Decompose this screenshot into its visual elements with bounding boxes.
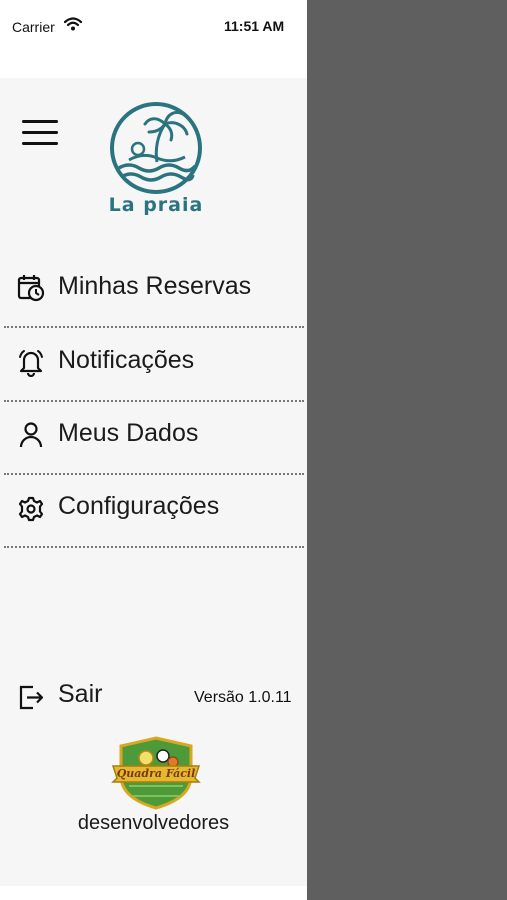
logout-icon: [19, 685, 44, 710]
bell-icon: [19, 350, 43, 377]
logout-button[interactable]: Sair: [0, 672, 140, 722]
clock: 11:51 AM: [224, 18, 285, 34]
menu-item-label: Configurações: [58, 492, 220, 520]
la-praia-logo: La praia: [105, 102, 207, 220]
menu-item-label: Minhas Reservas: [58, 272, 252, 300]
bottom-bar: [0, 886, 307, 900]
developers-label: desenvolvedores: [77, 812, 230, 834]
menu-item-label: Meus Dados: [58, 419, 199, 447]
app-version: Versão 1.0.11: [194, 689, 292, 706]
drawer-backdrop[interactable]: [307, 0, 507, 900]
menu-item-notificacoes[interactable]: Notificações: [0, 327, 303, 399]
menu-item-minhas-reservas[interactable]: Minhas Reservas: [0, 253, 303, 325]
gear-icon: [18, 496, 44, 522]
status-bar: Carrier 11:51 AM: [0, 0, 307, 78]
menu-item-configuracoes[interactable]: Configurações: [0, 473, 303, 545]
wifi-icon: [64, 17, 82, 31]
badge-text: Quadra Fácil: [116, 767, 196, 780]
carrier-label: Carrier: [12, 19, 55, 35]
person-icon: [19, 422, 43, 448]
side-drawer: Carrier 11:51 AM La praia Minhas Reserva…: [0, 0, 307, 900]
quadra-facil-badge: Quadra Fácil: [111, 736, 201, 810]
palm-wave-logo-icon: [110, 102, 202, 194]
hamburger-menu-icon[interactable]: [22, 118, 58, 148]
calendar-clock-icon: [17, 275, 45, 302]
menu-item-label: Notificações: [58, 346, 195, 374]
menu-item-meus-dados[interactable]: Meus Dados: [0, 400, 303, 472]
logo-text: La praia: [108, 194, 204, 216]
logout-label: Sair: [58, 680, 103, 708]
divider: [4, 546, 304, 548]
